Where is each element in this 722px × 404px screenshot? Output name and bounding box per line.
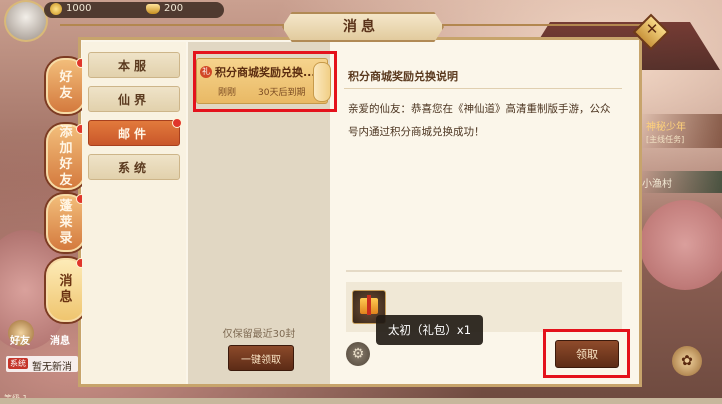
highlight-box-mail-item — [193, 51, 337, 112]
attachment-tooltip: 太初（礼包）x1 — [376, 315, 483, 345]
side-tab-label: 蓬莱录 — [59, 199, 73, 246]
notification-dot — [172, 118, 182, 128]
player-avatar[interactable] — [4, 0, 48, 42]
bottom-status-bar — [0, 398, 722, 404]
quest-subtitle: [主线任务] — [646, 135, 685, 144]
flower-icon: ✿ — [681, 353, 693, 369]
message-hud-label[interactable]: 消息 — [50, 332, 70, 347]
category-system[interactable]: 系统 — [88, 154, 180, 180]
side-tab-penglai[interactable]: 蓬莱录 — [46, 194, 86, 252]
menu-flower-button[interactable]: ✿ — [672, 346, 702, 376]
side-tab-add-friends[interactable]: 添加好友 — [46, 124, 86, 190]
category-immortal[interactable]: 仙界 — [88, 86, 180, 112]
category-label: 本服 — [117, 58, 150, 73]
window-title: 消息 — [343, 19, 379, 35]
side-tab-label: 好友 — [59, 70, 73, 101]
keep-limit-note: 仅保留最近30封 — [222, 329, 296, 340]
friend-hud-label: 好友 — [10, 336, 30, 347]
side-tab-label: 添加好友 — [59, 125, 73, 188]
side-tab-label: 消息 — [59, 274, 73, 305]
title-ornament-line — [438, 24, 652, 26]
category-label: 仙界 — [117, 92, 150, 107]
category-label: 邮件 — [117, 126, 150, 141]
news-text: 暂无新消 — [32, 362, 72, 373]
title-ornament-line — [60, 24, 284, 26]
gift-ribbon — [367, 295, 371, 315]
close-icon[interactable]: ✕ — [642, 20, 662, 38]
mail-detail-title: 积分商城奖励兑换说明 — [348, 70, 458, 83]
gear-icon: ⚙ — [351, 346, 365, 362]
quest-title: 神秘少年 — [646, 122, 686, 133]
category-mail[interactable]: 邮件 — [88, 118, 182, 146]
divider — [346, 270, 622, 272]
news-tag: 系统 — [8, 358, 28, 369]
category-server[interactable]: 本服 — [88, 52, 180, 78]
settings-button[interactable]: ⚙ — [346, 342, 370, 366]
copper-coin-icon — [50, 3, 62, 15]
divider — [344, 88, 622, 89]
highlight-box-claim-button — [543, 329, 630, 378]
gold-amount: 200 — [164, 3, 184, 14]
copper-amount: 1000 — [66, 3, 92, 14]
side-tab-friends[interactable]: 好友 — [46, 58, 86, 114]
gold-ingot-icon — [146, 4, 160, 14]
side-tab-messages[interactable]: 消息 — [46, 258, 86, 322]
mail-detail-body: 亲爱的仙友：恭喜您在《神仙道》高清重制版手游，公众号内通过积分商城兑换成功！ — [348, 103, 611, 138]
attachment-tooltip-text: 太初（礼包）x1 — [387, 323, 472, 337]
claim-all-label: 一键领取 — [241, 354, 281, 366]
claim-all-button[interactable]: 一键领取 — [228, 345, 294, 371]
location-name: 小渔村 — [642, 179, 672, 190]
category-label: 系统 — [117, 160, 150, 175]
background-blossom-tree — [640, 200, 722, 290]
